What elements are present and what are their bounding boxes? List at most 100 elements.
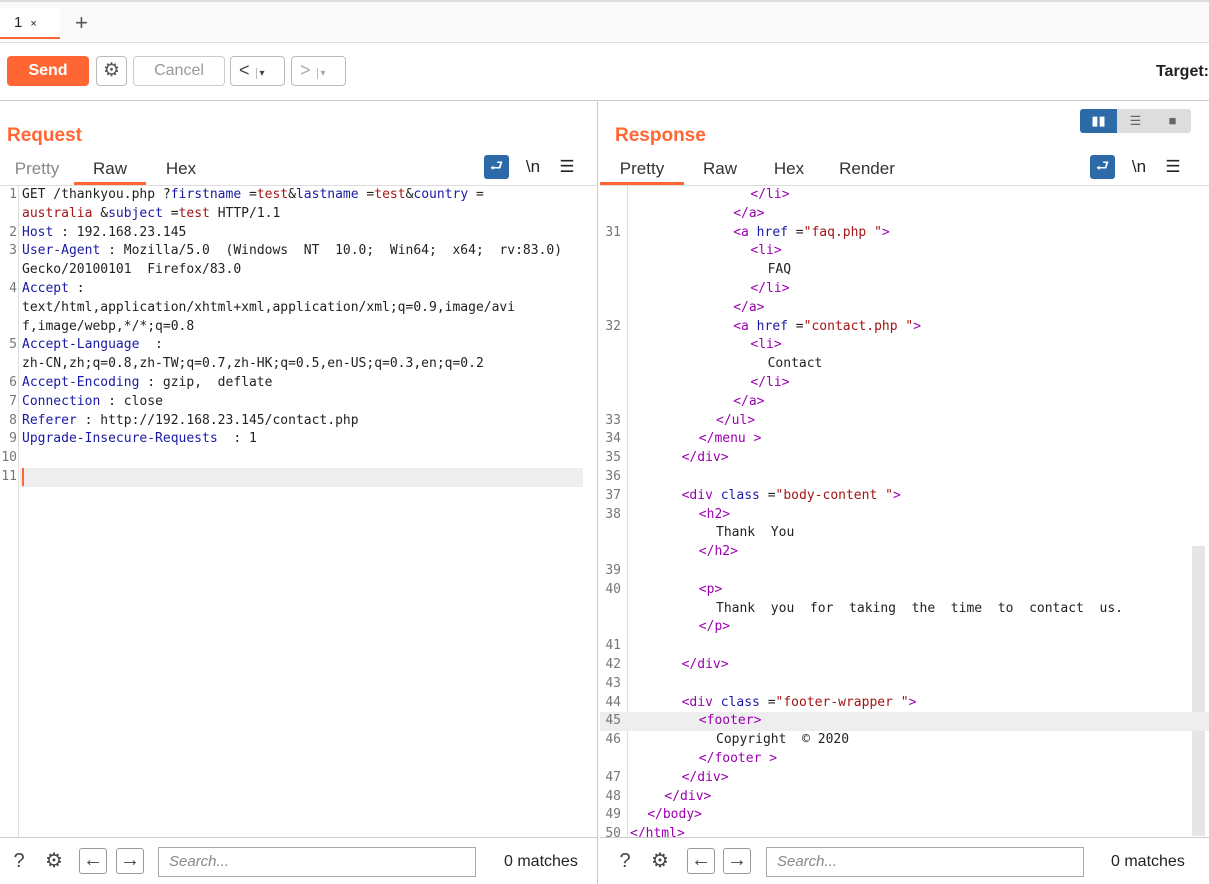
help-icon[interactable]: ?	[5, 848, 33, 876]
next-match-button[interactable]: →	[116, 848, 144, 874]
send-button[interactable]: Send	[7, 56, 89, 86]
code-text: </div>	[682, 769, 729, 788]
code-text: Host : 192.168.23.145	[22, 224, 186, 243]
line-number: 42	[605, 656, 621, 672]
tab-hex[interactable]: Hex	[146, 153, 216, 185]
next-match-button[interactable]: →	[723, 848, 751, 874]
close-tab-icon[interactable]: ×	[30, 18, 36, 30]
menu-icon[interactable]: ☰	[1163, 157, 1183, 177]
menu-icon[interactable]: ☰	[557, 157, 577, 177]
chevron-down-icon[interactable]: ▾	[316, 68, 326, 79]
settings-gear-icon[interactable]: ⚙	[40, 848, 68, 876]
code-token: =	[787, 318, 804, 334]
line-number: 35	[605, 450, 621, 466]
line-number: 1	[9, 187, 17, 202]
code-token: Copyright © 2020	[716, 732, 850, 748]
code-token: <div	[681, 487, 721, 503]
help-icon[interactable]: ?	[611, 848, 639, 876]
response-tabs: Pretty Raw Hex Render	[600, 153, 912, 185]
tab-pretty[interactable]: Pretty	[600, 153, 684, 185]
code-token: lastname	[295, 187, 359, 202]
previous-match-button[interactable]: ←	[687, 848, 715, 874]
request-editor[interactable]: 1 GET /thankyou.php ?firstname =test&last…	[0, 185, 597, 837]
code-token: country	[413, 187, 469, 202]
settings-gear-icon[interactable]: ⚙	[96, 56, 127, 86]
tab-raw[interactable]: Raw	[74, 153, 146, 185]
code-text: </a>	[733, 299, 764, 318]
search-input[interactable]: Search...	[158, 847, 476, 877]
code-line: </li>	[600, 280, 1209, 299]
word-wrap-icon[interactable]: ⮐	[484, 155, 509, 179]
code-line: <li>	[600, 336, 1209, 355]
code-token: </h2>	[698, 544, 738, 560]
code-token: "contact.php "	[803, 318, 914, 334]
code-token: f,image/webp,*/*;q=0.8	[22, 318, 195, 334]
code-text: </menu >	[699, 430, 762, 449]
code-token: >	[908, 694, 917, 710]
previous-match-button[interactable]: ←	[79, 848, 107, 874]
code-line: Thank You	[600, 524, 1209, 543]
tab-pretty[interactable]: Pretty	[0, 153, 74, 185]
code-token: : http://192.168.23.145/contact.php	[76, 412, 359, 428]
settings-gear-icon[interactable]: ⚙	[646, 848, 674, 876]
code-text: zh-CN,zh;q=0.8,zh-TW;q=0.7,zh-HK;q=0.5,e…	[22, 355, 484, 374]
newline-toggle[interactable]: \n	[523, 157, 543, 177]
code-token: Accept-Encoding	[22, 374, 140, 390]
search-input[interactable]: Search...	[766, 847, 1084, 877]
code-line: </a>	[600, 393, 1209, 412]
code-line: </h2>	[600, 543, 1209, 562]
code-text: <p>	[699, 581, 722, 600]
code-token: >	[881, 224, 890, 240]
code-line: text/html,application/xhtml+xml,applicat…	[0, 299, 597, 318]
code-token: =	[241, 187, 257, 202]
code-token: <p>	[698, 581, 723, 597]
word-wrap-icon[interactable]: ⮐	[1090, 155, 1115, 179]
code-line: </a>	[600, 299, 1209, 318]
cancel-button[interactable]: Cancel	[133, 56, 225, 86]
request-search-bar: ? ⚙ ← → Search... 0 matches	[0, 837, 597, 884]
side-by-side-layout-icon[interactable]: ▮▮	[1080, 109, 1117, 133]
code-token: "faq.php "	[803, 224, 882, 240]
add-tab-button[interactable]: +	[75, 10, 88, 36]
code-line: 50 </html>	[600, 825, 1209, 837]
code-line: <li>	[600, 242, 1209, 261]
target-label[interactable]: Target:	[1156, 63, 1209, 81]
tab-hex[interactable]: Hex	[756, 153, 822, 185]
tab-render[interactable]: Render	[822, 153, 912, 185]
tab-raw[interactable]: Raw	[684, 153, 756, 185]
line-number: 44	[605, 694, 621, 710]
code-line: 8 Referer : http://192.168.23.145/contact…	[0, 412, 597, 431]
code-text: <li>	[750, 242, 781, 261]
code-token: </a>	[733, 299, 765, 315]
single-pane-layout-icon[interactable]: ■	[1154, 109, 1191, 133]
chevron-down-icon[interactable]: ▾	[255, 68, 265, 79]
code-token: </li>	[750, 374, 790, 390]
code-token: : 192.168.23.145	[53, 224, 187, 240]
tab-bar: 1 × +	[0, 0, 1209, 43]
code-token: </html>	[630, 826, 685, 837]
code-line: zh-CN,zh;q=0.8,zh-TW;q=0.7,zh-HK;q=0.5,e…	[0, 355, 597, 374]
code-token: </menu >	[698, 431, 762, 447]
code-token: </p>	[698, 619, 731, 635]
code-token: href	[756, 318, 788, 334]
forward-button[interactable]: > ▾	[291, 56, 346, 86]
code-text: Connection : close	[22, 393, 163, 412]
code-text: FAQ	[768, 261, 791, 280]
code-text: </div>	[682, 449, 729, 468]
stacked-layout-icon[interactable]: ☰	[1117, 109, 1154, 133]
code-token: subject	[108, 205, 163, 221]
code-line: </footer >	[600, 750, 1209, 769]
code-text: </p>	[699, 618, 730, 637]
code-text: Accept :	[22, 280, 85, 299]
tab-1[interactable]: 1 ×	[0, 8, 60, 39]
code-text: Contact	[768, 355, 823, 374]
newline-toggle[interactable]: \n	[1129, 157, 1149, 177]
code-token: test	[178, 205, 210, 221]
back-button[interactable]: < ▾	[230, 56, 285, 86]
code-token: : gzip, deflate	[139, 374, 273, 390]
code-text: Referer : http://192.168.23.145/contact.…	[22, 412, 359, 431]
code-token: test	[374, 187, 406, 202]
code-text: <footer>	[699, 712, 762, 731]
response-editor[interactable]: </li> </a> 31 <a href ="faq.php "> <li> FAQ </…	[600, 185, 1209, 837]
line-number: 50	[605, 826, 621, 837]
